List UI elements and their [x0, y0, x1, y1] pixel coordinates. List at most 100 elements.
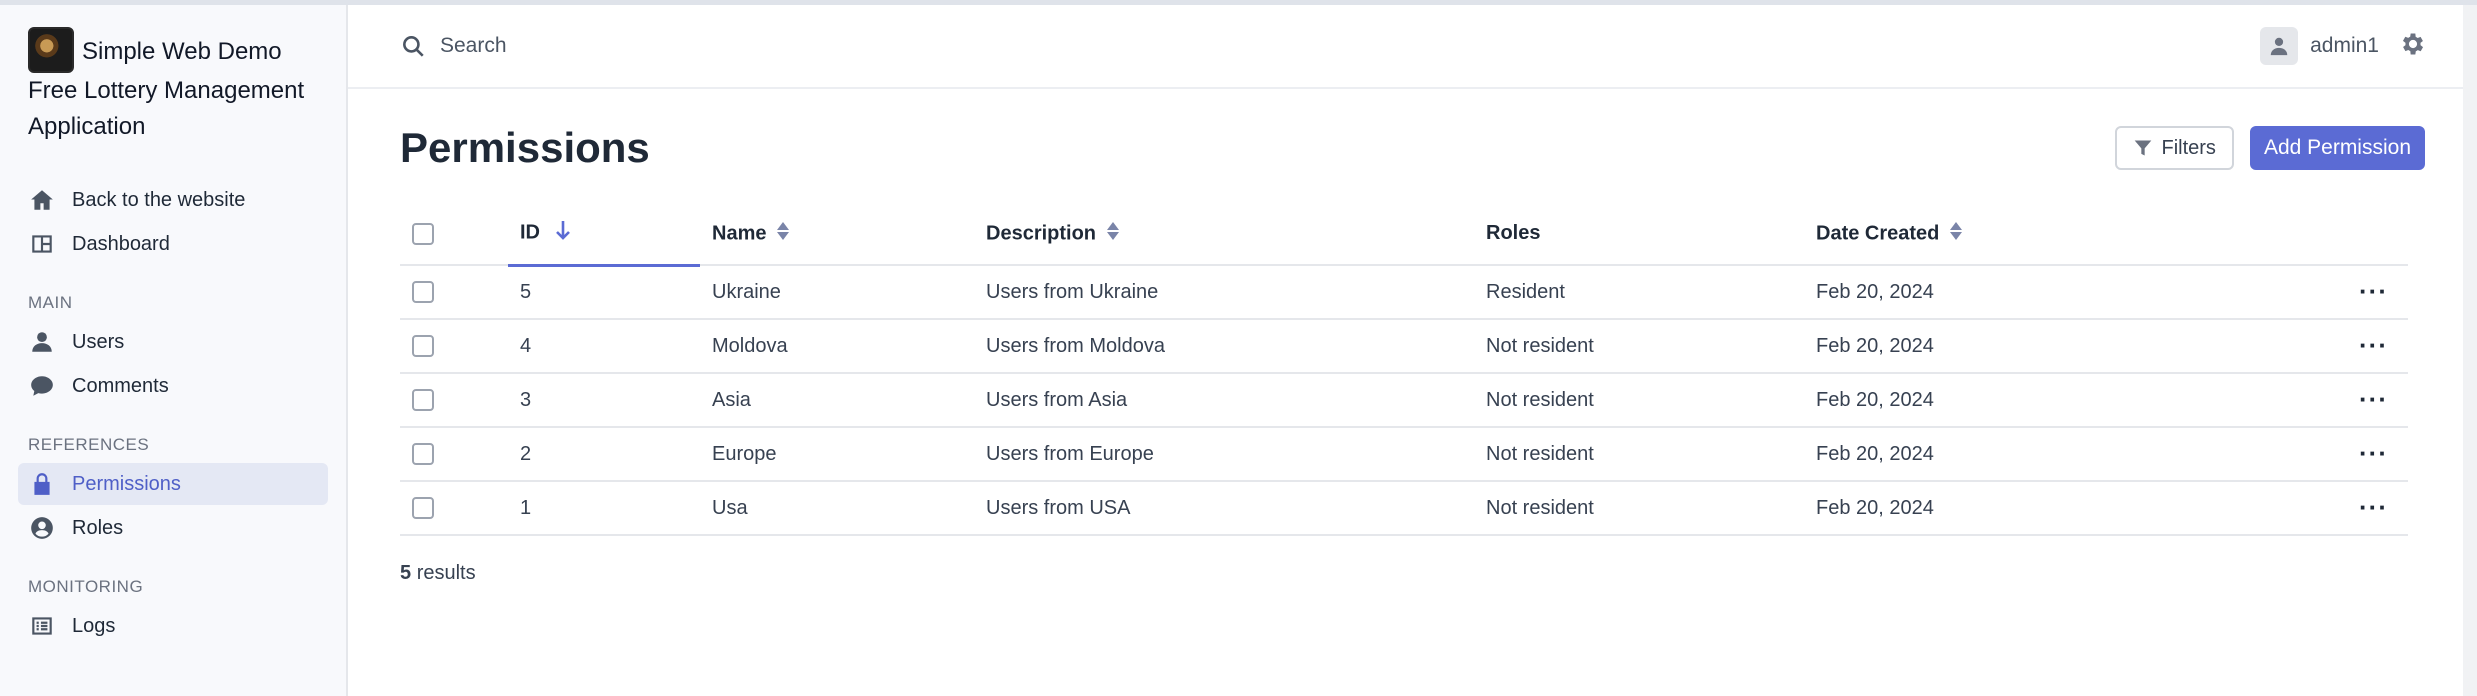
- sidebar-item-users[interactable]: Users: [18, 321, 328, 363]
- topbar: admin1: [348, 5, 2477, 89]
- table-header-row: ID Name Description Roles Date Created: [400, 203, 2408, 267]
- search-bar: [400, 33, 2260, 59]
- more-icon[interactable]: ···: [2359, 384, 2388, 414]
- column-header-label: Name: [712, 221, 767, 244]
- cell-roles: Not resident: [1486, 334, 1594, 357]
- sort-icon: [1106, 221, 1120, 247]
- row-actions-cell: ···: [2148, 481, 2408, 535]
- more-icon[interactable]: ···: [2359, 330, 2388, 360]
- cell-date: Feb 20, 2024: [1816, 280, 1934, 303]
- column-header-name[interactable]: Name: [700, 203, 974, 265]
- row-select-cell: [400, 427, 508, 481]
- results-number: 5: [400, 562, 412, 584]
- sidebar-item-back-to-website[interactable]: Back to the website: [18, 179, 328, 221]
- cell-description: Users from Moldova: [986, 334, 1165, 357]
- avatar[interactable]: [2260, 27, 2299, 65]
- page-scrollbar[interactable]: [2463, 5, 2477, 696]
- row-select-cell: [400, 265, 508, 319]
- settings-button[interactable]: [2399, 30, 2427, 63]
- gear-icon: [2402, 33, 2424, 54]
- user-icon: [28, 328, 56, 356]
- cell-roles: Not resident: [1486, 388, 1594, 411]
- cell-date: Feb 20, 2024: [1816, 442, 1934, 465]
- app-logo: [28, 27, 74, 73]
- page-actions: Filters Add Permission: [2115, 126, 2425, 170]
- row-checkbox[interactable]: [412, 281, 434, 304]
- content: Permissions Filters Add Permission ID Na…: [348, 93, 2477, 585]
- cell-name: Asia: [712, 388, 751, 411]
- column-header-date-created[interactable]: Date Created: [1804, 203, 2148, 265]
- sidebar-item-label: Dashboard: [72, 232, 170, 255]
- sidebar-item-label: Users: [72, 330, 125, 353]
- row-select-cell: [400, 481, 508, 535]
- cell-description: Users from Asia: [986, 388, 1128, 411]
- sidebar-item-roles[interactable]: Roles: [18, 507, 328, 549]
- section-title-main: MAIN: [28, 293, 73, 312]
- sidebar-item-permissions[interactable]: Permissions: [18, 463, 328, 505]
- dashboard-icon: [28, 230, 56, 258]
- row-select-cell: [400, 319, 508, 373]
- row-checkbox[interactable]: [412, 497, 434, 520]
- row-actions-cell: ···: [2148, 265, 2408, 319]
- cell-roles: Not resident: [1486, 496, 1594, 519]
- home-icon: [28, 186, 56, 214]
- cell-description: Users from Ukraine: [986, 280, 1159, 303]
- column-header-actions: [2148, 203, 2408, 265]
- sidebar-item-label: Logs: [72, 614, 116, 637]
- table-row[interactable]: 2 Europe Users from Europe Not resident …: [400, 427, 2408, 481]
- table-row[interactable]: 3 Asia Users from Asia Not resident Feb …: [400, 373, 2408, 427]
- row-checkbox[interactable]: [412, 335, 434, 358]
- column-header-roles: Roles: [1474, 203, 1804, 265]
- page-header: Permissions Filters Add Permission: [400, 93, 2425, 203]
- cell-id: 3: [520, 388, 532, 411]
- results-label: results: [416, 562, 476, 584]
- select-all-cell: [400, 203, 508, 265]
- sidebar-item-dashboard[interactable]: Dashboard: [18, 223, 328, 265]
- sidebar-item-comments[interactable]: Comments: [18, 365, 328, 407]
- lock-icon: [28, 470, 56, 498]
- cell-date: Feb 20, 2024: [1816, 496, 1934, 519]
- more-icon[interactable]: ···: [2359, 276, 2388, 306]
- cell-id: 1: [520, 496, 532, 519]
- sidebar-item-logs[interactable]: Logs: [18, 605, 328, 647]
- cell-date: Feb 20, 2024: [1816, 388, 1934, 411]
- row-checkbox[interactable]: [412, 389, 434, 412]
- column-header-id[interactable]: ID: [508, 203, 700, 267]
- sort-icon: [776, 221, 790, 247]
- sort-icon: [1949, 221, 1963, 247]
- sidebar: Simple Web Demo Free Lottery Management …: [0, 5, 348, 696]
- sidebar-item-label: Comments: [72, 374, 169, 397]
- sidebar-item-label: Roles: [72, 516, 124, 539]
- app-shell: Simple Web Demo Free Lottery Management …: [0, 5, 2477, 696]
- cell-description: Users from Europe: [986, 442, 1154, 465]
- cell-name: Europe: [712, 442, 777, 465]
- filters-button[interactable]: Filters: [2115, 126, 2234, 170]
- cell-roles: Resident: [1486, 280, 1565, 303]
- cell-name: Moldova: [712, 334, 788, 357]
- row-actions-cell: ···: [2148, 319, 2408, 373]
- row-checkbox[interactable]: [412, 443, 434, 466]
- cell-id: 4: [520, 334, 532, 357]
- table-row[interactable]: 5 Ukraine Users from Ukraine Resident Fe…: [400, 265, 2408, 319]
- sidebar-item-label: Back to the website: [72, 188, 246, 211]
- row-select-cell: [400, 373, 508, 427]
- more-icon[interactable]: ···: [2359, 492, 2388, 522]
- table-row[interactable]: 1 Usa Users from USA Not resident Feb 20…: [400, 481, 2408, 535]
- search-input[interactable]: [440, 34, 1040, 58]
- brand[interactable]: Simple Web Demo Free Lottery Management …: [18, 27, 328, 145]
- select-all-checkbox[interactable]: [412, 222, 434, 245]
- results-count: 5 results: [400, 562, 2425, 585]
- cell-id: 5: [520, 280, 532, 303]
- table-row[interactable]: 4 Moldova Users from Moldova Not residen…: [400, 319, 2408, 373]
- cell-roles: Not resident: [1486, 442, 1594, 465]
- username[interactable]: admin1: [2310, 34, 2379, 58]
- more-icon[interactable]: ···: [2359, 438, 2388, 468]
- filters-button-label: Filters: [2161, 136, 2216, 159]
- add-permission-button[interactable]: Add Permission: [2249, 126, 2425, 170]
- section-title-references: REFERENCES: [28, 435, 150, 454]
- cell-id: 2: [520, 442, 532, 465]
- page-title: Permissions: [400, 124, 650, 171]
- column-header-description[interactable]: Description: [974, 203, 1474, 265]
- user-menu[interactable]: admin1: [2260, 27, 2427, 65]
- search-icon: [403, 36, 424, 57]
